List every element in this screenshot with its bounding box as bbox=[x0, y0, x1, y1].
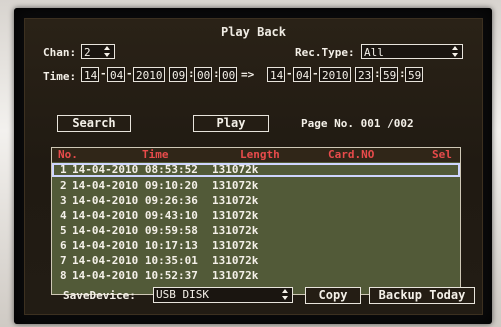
table-row[interactable]: 3 14-04-2010 09:26:36 131072k bbox=[52, 194, 460, 208]
rec-type-label: Rec.Type: bbox=[295, 46, 355, 59]
row-length: 131072k bbox=[212, 254, 259, 267]
row-no: 4 bbox=[60, 209, 67, 222]
row-no: 7 bbox=[60, 254, 67, 267]
chan-value: 2 bbox=[84, 46, 91, 59]
row-time: 14-04-2010 10:17:13 bbox=[72, 239, 198, 252]
save-device-label: SaveDevice: bbox=[63, 289, 136, 302]
copy-button[interactable]: Copy bbox=[305, 287, 361, 304]
end-day-field[interactable]: 14 bbox=[267, 67, 285, 82]
monitor-screen: Play Back Chan: 2 Rec.Type: All Time: 14… bbox=[14, 8, 492, 324]
start-year-field[interactable]: 2010 bbox=[133, 67, 165, 82]
table-row[interactable]: 6 14-04-2010 10:17:13 131072k bbox=[52, 239, 460, 253]
search-button[interactable]: Search bbox=[57, 115, 131, 132]
row-time: 14-04-2010 10:52:37 bbox=[72, 269, 198, 282]
spinner-icon bbox=[103, 46, 112, 57]
row-no: 5 bbox=[60, 224, 67, 237]
time-label: Time: bbox=[43, 70, 77, 83]
date-separator: - bbox=[286, 67, 293, 80]
column-header-no: No. bbox=[58, 148, 78, 161]
table-row[interactable]: 1 14-04-2010 08:53:52 131072k bbox=[52, 163, 460, 177]
start-second-field[interactable]: 00 bbox=[219, 67, 237, 82]
row-time: 14-04-2010 09:26:36 bbox=[72, 194, 198, 207]
range-arrow: => bbox=[241, 68, 255, 81]
end-second-field[interactable]: 59 bbox=[405, 67, 423, 82]
row-no: 1 bbox=[60, 163, 67, 176]
row-length: 131072k bbox=[212, 239, 259, 252]
column-header-length: Length bbox=[240, 148, 280, 161]
rec-type-select[interactable]: All bbox=[361, 44, 463, 59]
row-no: 8 bbox=[60, 269, 67, 282]
table-header: No. Time Length Card.NO Sel bbox=[52, 148, 460, 162]
chan-label: Chan: bbox=[43, 46, 77, 59]
table-row[interactable]: 4 14-04-2010 09:43:10 131072k bbox=[52, 209, 460, 223]
save-device-select[interactable]: USB DISK bbox=[153, 287, 293, 303]
start-month-field[interactable]: 04 bbox=[107, 67, 125, 82]
row-no: 3 bbox=[60, 194, 67, 207]
recordings-table: No. Time Length Card.NO Sel 1 14-04-2010… bbox=[51, 147, 461, 295]
spinner-icon bbox=[451, 46, 460, 57]
time-range: 14 - 04 - 2010 09 : 00 : 00 => 14 - 04 -… bbox=[81, 67, 461, 83]
spinner-icon bbox=[281, 289, 290, 300]
date-separator: - bbox=[312, 67, 319, 80]
row-no: 2 bbox=[60, 179, 67, 192]
row-time: 14-04-2010 09:59:58 bbox=[72, 224, 198, 237]
row-length: 131072k bbox=[212, 224, 259, 237]
date-separator: - bbox=[126, 67, 133, 80]
table-row[interactable]: 7 14-04-2010 10:35:01 131072k bbox=[52, 254, 460, 268]
end-minute-field[interactable]: 59 bbox=[380, 67, 398, 82]
start-hour-field[interactable]: 09 bbox=[169, 67, 187, 82]
row-length: 131072k bbox=[212, 209, 259, 222]
row-time: 14-04-2010 10:35:01 bbox=[72, 254, 198, 267]
column-header-sel: Sel bbox=[432, 148, 452, 161]
column-header-card-no: Card.NO bbox=[328, 148, 375, 161]
row-length: 131072k bbox=[212, 269, 259, 282]
end-hour-field[interactable]: 23 bbox=[355, 67, 373, 82]
row-length: 131072k bbox=[212, 194, 259, 207]
backup-today-button[interactable]: Backup Today bbox=[369, 287, 475, 304]
start-minute-field[interactable]: 00 bbox=[194, 67, 212, 82]
rec-type-value: All bbox=[364, 46, 384, 59]
page-number: Page No. 001 /002 bbox=[301, 117, 414, 130]
end-month-field[interactable]: 04 bbox=[293, 67, 311, 82]
end-year-field[interactable]: 2010 bbox=[319, 67, 351, 82]
start-day-field[interactable]: 14 bbox=[81, 67, 99, 82]
row-no: 6 bbox=[60, 239, 67, 252]
column-header-time: Time bbox=[142, 148, 169, 161]
page-title: Play Back bbox=[220, 25, 287, 39]
table-row[interactable]: 8 14-04-2010 10:52:37 131072k bbox=[52, 269, 460, 283]
play-button[interactable]: Play bbox=[193, 115, 269, 132]
table-row[interactable]: 5 14-04-2010 09:59:58 131072k bbox=[52, 224, 460, 238]
date-separator: - bbox=[100, 67, 107, 80]
row-length: 131072k bbox=[212, 163, 259, 176]
row-length: 131072k bbox=[212, 179, 259, 192]
row-time: 14-04-2010 08:53:52 bbox=[72, 163, 198, 176]
playback-panel: Play Back Chan: 2 Rec.Type: All Time: 14… bbox=[24, 18, 483, 315]
save-device-value: USB DISK bbox=[156, 288, 209, 301]
row-time: 14-04-2010 09:10:20 bbox=[72, 179, 198, 192]
chan-select[interactable]: 2 bbox=[81, 44, 115, 59]
row-time: 14-04-2010 09:43:10 bbox=[72, 209, 198, 222]
table-row[interactable]: 2 14-04-2010 09:10:20 131072k bbox=[52, 179, 460, 193]
